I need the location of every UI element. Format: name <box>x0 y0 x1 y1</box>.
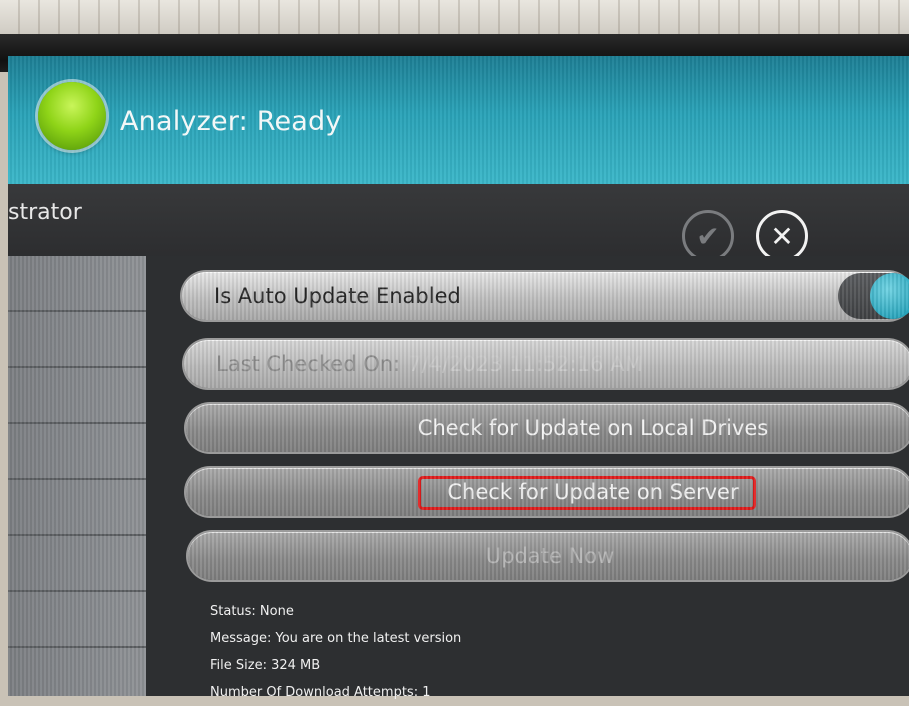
file-size-text: File Size: 324 MB <box>210 658 321 673</box>
nav-row[interactable] <box>8 368 146 424</box>
page-title: strator <box>8 200 82 225</box>
update-settings-panel: Is Auto Update Enabled Last Checked On: … <box>146 256 909 700</box>
download-attempts-text: Number Of Download Attempts: 1 <box>210 685 431 700</box>
nav-row[interactable] <box>8 536 146 592</box>
auto-update-row: Is Auto Update Enabled <box>182 272 909 320</box>
analyzer-status: Analyzer: Ready <box>120 106 342 137</box>
update-now-button[interactable]: Update Now <box>188 532 909 580</box>
last-checked-value: 7/4/2023 11:52:16 AM <box>408 352 643 376</box>
left-nav-panel <box>8 256 146 696</box>
message-text: Message: You are on the latest version <box>210 631 462 646</box>
confirm-button[interactable]: ✔ <box>682 210 734 262</box>
nav-row[interactable] <box>8 256 146 312</box>
check-local-drives-button[interactable]: Check for Update on Local Drives <box>186 404 909 452</box>
check-server-button[interactable]: Check for Update on Server <box>186 468 909 516</box>
auto-update-toggle[interactable] <box>838 273 909 319</box>
check-server-label: Check for Update on Server <box>447 480 739 504</box>
close-icon: ✕ <box>770 219 794 253</box>
status-text: Status: None <box>210 604 294 619</box>
analyzer-label: Analyzer: <box>120 106 248 137</box>
screen: Analyzer: Ready strator ✔ ✕ Is Auto Upda… <box>8 56 909 700</box>
page-titlebar: strator ✔ ✕ <box>8 184 909 266</box>
nav-row[interactable] <box>8 592 146 648</box>
nav-row[interactable] <box>8 424 146 480</box>
update-now-label: Update Now <box>485 544 615 568</box>
analyzer-status-value: Ready <box>256 106 342 137</box>
update-status-info: Status: None Message: You are on the lat… <box>210 598 461 706</box>
check-local-drives-label: Check for Update on Local Drives <box>417 416 769 440</box>
checkmark-icon: ✔ <box>696 219 720 253</box>
auto-update-label: Is Auto Update Enabled <box>214 284 461 308</box>
nav-row[interactable] <box>8 312 146 368</box>
last-checked-label: Last Checked On: <box>216 352 401 376</box>
nav-row[interactable] <box>8 480 146 536</box>
app-header: Analyzer: Ready <box>8 56 909 184</box>
status-light-icon <box>38 82 106 150</box>
last-checked-row: Last Checked On: 7/4/2023 11:52:16 AM <box>184 340 909 388</box>
close-button[interactable]: ✕ <box>756 210 808 262</box>
toggle-knob <box>870 273 909 319</box>
